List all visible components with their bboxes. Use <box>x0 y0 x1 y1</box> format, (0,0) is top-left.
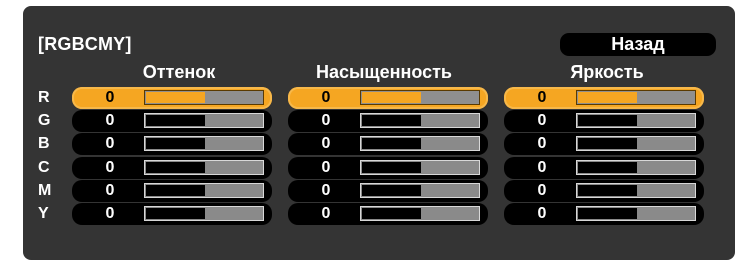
slider-hue-r[interactable]: 0 <box>72 87 272 109</box>
slider-saturation-r[interactable]: 0 <box>288 87 488 109</box>
row-label-g: G <box>38 112 51 129</box>
slider-fill <box>362 92 421 103</box>
slider-fill <box>362 162 421 173</box>
column-header-hue: Оттенок <box>142 62 216 82</box>
slider-fill <box>578 162 637 173</box>
slider-hue-g[interactable]: 0 <box>72 110 272 132</box>
slider-fill <box>362 185 421 196</box>
slider-brightness-g[interactable]: 0 <box>504 110 704 132</box>
value-text: 0 <box>321 89 331 106</box>
slider-track <box>360 183 480 198</box>
slider-track <box>144 183 264 198</box>
value-text: 0 <box>105 205 115 222</box>
column-header-brightness: Яркость <box>570 62 644 82</box>
row-label-b: B <box>38 135 50 152</box>
slider-track <box>144 136 264 151</box>
slider-fill <box>578 208 637 219</box>
slider-saturation-y[interactable]: 0 <box>288 203 488 225</box>
slider-track <box>576 113 696 128</box>
slider-fill <box>146 92 205 103</box>
slider-fill <box>146 208 205 219</box>
slider-fill <box>578 115 637 126</box>
slider-brightness-y[interactable]: 0 <box>504 203 704 225</box>
row-label-c: C <box>38 159 50 176</box>
column-header-saturation: Насыщенность <box>316 62 452 82</box>
slider-brightness-c[interactable]: 0 <box>504 157 704 179</box>
slider-fill <box>362 208 421 219</box>
panel-title: [RGBCMY] <box>38 34 132 54</box>
slider-track <box>360 206 480 221</box>
slider-hue-b[interactable]: 0 <box>72 133 272 155</box>
slider-fill <box>578 138 637 149</box>
row-label-r: R <box>38 89 50 106</box>
slider-track <box>360 136 480 151</box>
value-text: 0 <box>537 205 547 222</box>
slider-fill <box>146 138 205 149</box>
slider-brightness-r[interactable]: 0 <box>504 87 704 109</box>
slider-track <box>144 113 264 128</box>
value-text: 0 <box>537 159 547 176</box>
slider-fill <box>146 162 205 173</box>
value-text: 0 <box>105 89 115 106</box>
value-text: 0 <box>321 159 331 176</box>
slider-hue-c[interactable]: 0 <box>72 157 272 179</box>
slider-track <box>144 90 264 105</box>
value-text: 0 <box>537 89 547 106</box>
slider-saturation-g[interactable]: 0 <box>288 110 488 132</box>
slider-saturation-m[interactable]: 0 <box>288 180 488 202</box>
slider-track <box>576 136 696 151</box>
value-text: 0 <box>105 182 115 199</box>
slider-track <box>360 113 480 128</box>
row-label-y: Y <box>38 205 49 222</box>
slider-fill <box>146 115 205 126</box>
slider-brightness-b[interactable]: 0 <box>504 133 704 155</box>
slider-fill <box>578 92 637 103</box>
value-text: 0 <box>105 159 115 176</box>
value-text: 0 <box>537 182 547 199</box>
value-text: 0 <box>537 112 547 129</box>
slider-track <box>144 160 264 175</box>
value-text: 0 <box>321 112 331 129</box>
value-text: 0 <box>321 182 331 199</box>
value-text: 0 <box>105 135 115 152</box>
slider-brightness-m[interactable]: 0 <box>504 180 704 202</box>
slider-hue-m[interactable]: 0 <box>72 180 272 202</box>
slider-fill <box>146 185 205 196</box>
slider-track <box>360 90 480 105</box>
value-text: 0 <box>105 112 115 129</box>
value-text: 0 <box>321 135 331 152</box>
slider-track <box>576 183 696 198</box>
row-label-m: M <box>38 182 52 199</box>
slider-track <box>360 160 480 175</box>
back-button[interactable]: Назад <box>560 33 716 56</box>
slider-fill <box>362 138 421 149</box>
slider-track <box>576 90 696 105</box>
slider-fill <box>362 115 421 126</box>
slider-fill <box>578 185 637 196</box>
value-text: 0 <box>537 135 547 152</box>
slider-hue-y[interactable]: 0 <box>72 203 272 225</box>
slider-track <box>576 206 696 221</box>
slider-track <box>144 206 264 221</box>
slider-saturation-c[interactable]: 0 <box>288 157 488 179</box>
value-text: 0 <box>321 205 331 222</box>
slider-track <box>576 160 696 175</box>
slider-saturation-b[interactable]: 0 <box>288 133 488 155</box>
